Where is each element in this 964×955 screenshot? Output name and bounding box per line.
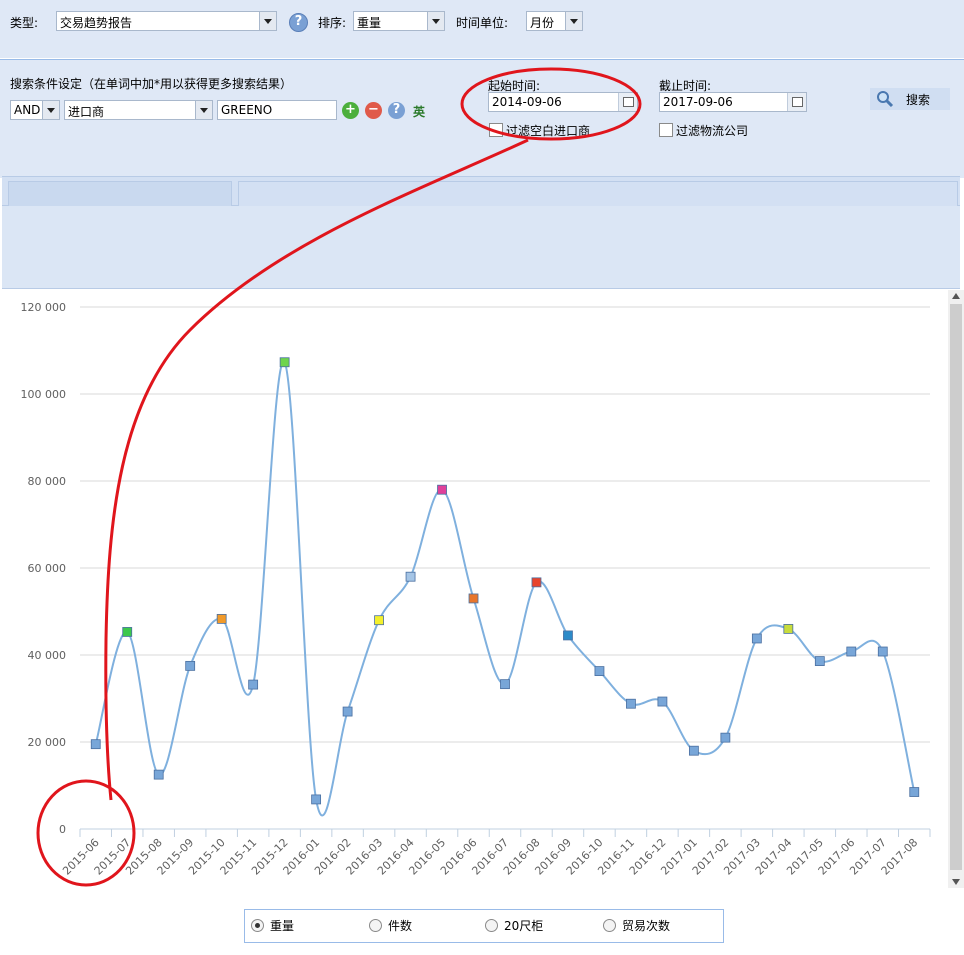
chevron-down-icon[interactable] [427, 12, 444, 30]
radio-icon[interactable] [251, 919, 264, 932]
data-point [720, 732, 731, 743]
metric-option-trades[interactable]: 贸易次数 [603, 917, 670, 934]
data-point [909, 787, 920, 797]
y-tick-label: 40 000 [28, 649, 67, 662]
tab-left[interactable] [8, 181, 232, 206]
remove-condition-icon[interactable]: − [365, 102, 382, 119]
chevron-down-icon[interactable] [259, 12, 276, 30]
language-toggle[interactable]: 英 [413, 103, 425, 120]
chevron-down-icon[interactable] [42, 101, 59, 119]
data-point [626, 698, 636, 709]
data-point [374, 615, 384, 626]
data-point [531, 577, 542, 588]
keyword-value: GREENO [221, 103, 273, 117]
time-unit-select[interactable]: 月份 [526, 11, 583, 31]
data-point [877, 646, 888, 657]
search-field-value: 进口商 [68, 105, 105, 119]
report-type-select[interactable]: 交易趋势报告 [56, 11, 277, 31]
chart-header-band [2, 206, 960, 289]
data-point [90, 739, 101, 750]
filter-blank-importer-checkbox[interactable] [489, 123, 503, 137]
calendar-icon[interactable] [787, 93, 806, 111]
filter-logistics-checkbox[interactable] [659, 123, 673, 137]
time-unit-value: 月份 [530, 16, 555, 30]
metric-option-weight[interactable]: 重量 [251, 917, 294, 934]
chevron-down-icon[interactable] [195, 101, 212, 119]
data-point [153, 769, 164, 780]
y-tick-label: 0 [59, 823, 66, 836]
data-point [405, 571, 416, 582]
search-field-select[interactable]: 进口商 [64, 100, 213, 120]
trend-line-chart: 020 00040 00060 00080 000100 000120 0002… [21, 301, 931, 878]
search-panel: 搜索条件设定（在单词中加*用以获得更多搜索结果） AND 进口商 GREENO … [0, 59, 964, 178]
data-point [248, 679, 259, 690]
scroll-down-icon[interactable] [952, 879, 960, 885]
top-toolbar: 类型: 交易趋势报告 ? 排序: 重量 时间单位: 月份 [0, 0, 964, 58]
metric-option-label: 贸易次数 [622, 919, 671, 933]
filter-logistics-label: 过滤物流公司 [676, 124, 749, 138]
data-point [657, 696, 668, 707]
data-point [216, 613, 227, 624]
y-tick-label: 120 000 [21, 301, 67, 314]
search-button-label: 搜索 [906, 93, 931, 107]
radio-icon[interactable] [603, 919, 616, 932]
radio-icon[interactable] [485, 919, 498, 932]
data-point [563, 630, 573, 641]
scroll-up-icon[interactable] [952, 293, 960, 299]
data-point [311, 794, 322, 805]
start-date-input[interactable]: 2014-09-06 [488, 92, 638, 112]
data-point [185, 660, 196, 671]
data-point [468, 593, 479, 604]
metric-option-label: 20尺柜 [504, 919, 544, 933]
chevron-down-icon[interactable] [565, 12, 582, 30]
radio-icon[interactable] [369, 919, 382, 932]
series-line [94, 360, 916, 817]
metric-option-teu[interactable]: 20尺柜 [485, 917, 543, 934]
filter-blank-importer-label: 过滤空白进口商 [506, 124, 591, 138]
data-point [846, 646, 857, 657]
search-button[interactable]: 搜索 [870, 88, 950, 110]
data-point [279, 357, 290, 368]
calendar-icon[interactable] [618, 93, 637, 111]
scrollbar-thumb[interactable] [950, 304, 962, 870]
report-type-value: 交易趋势报告 [60, 16, 133, 30]
vertical-scrollbar[interactable] [948, 290, 964, 888]
y-tick-label: 100 000 [21, 388, 67, 401]
data-point [751, 633, 762, 644]
data-point [342, 706, 353, 717]
time-unit-label: 时间单位: [456, 16, 509, 30]
data-point [688, 745, 699, 756]
help-icon[interactable]: ? [388, 102, 405, 119]
tab-strip [2, 176, 960, 206]
sort-label: 排序: [318, 16, 347, 30]
data-point [122, 627, 133, 637]
help-icon[interactable]: ? [289, 13, 308, 32]
sort-value: 重量 [357, 16, 382, 30]
data-point [814, 656, 825, 666]
keyword-input[interactable]: GREENO [217, 100, 337, 120]
type-label: 类型: [10, 16, 39, 30]
logic-value: AND [14, 103, 41, 117]
add-condition-icon[interactable]: + [342, 102, 359, 119]
data-point [437, 484, 447, 495]
end-date-input[interactable]: 2017-09-06 [659, 92, 807, 112]
metric-option-label: 重量 [270, 919, 295, 933]
data-point [783, 623, 794, 634]
search-icon [877, 91, 894, 108]
logic-select[interactable]: AND [10, 100, 60, 120]
y-tick-label: 80 000 [28, 475, 67, 488]
metric-option-pieces[interactable]: 件数 [369, 917, 412, 934]
data-point [500, 679, 510, 690]
end-date-value: 2017-09-06 [663, 95, 733, 109]
metric-option-label: 件数 [388, 919, 413, 933]
y-tick-label: 60 000 [28, 562, 67, 575]
start-date-value: 2014-09-06 [492, 95, 562, 109]
metric-legend: 重量 件数 20尺柜 贸易次数 [244, 909, 724, 943]
search-conditions-label: 搜索条件设定（在单词中加*用以获得更多搜索结果） [10, 77, 293, 91]
y-tick-label: 20 000 [28, 736, 67, 749]
sort-select[interactable]: 重量 [353, 11, 445, 31]
data-point [594, 666, 605, 676]
tab-right[interactable] [238, 181, 958, 206]
